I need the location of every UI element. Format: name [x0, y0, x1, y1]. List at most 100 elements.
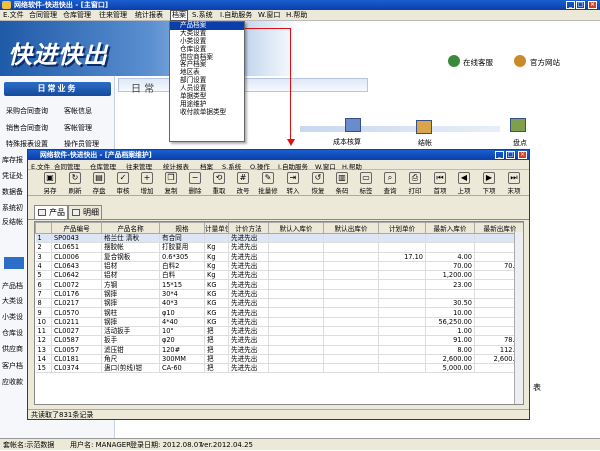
- table-cell[interactable]: 方钢: [101, 279, 160, 290]
- sidebar-item-purchase-query[interactable]: 采购合同查询: [6, 106, 48, 116]
- first-button[interactable]: ⏮ 首项: [428, 171, 452, 195]
- table-cell[interactable]: [268, 317, 324, 327]
- table-cell[interactable]: 角尺: [101, 354, 160, 365]
- table-cell[interactable]: 钢摔: [101, 298, 160, 309]
- grid-column-header[interactable]: 产品编号: [51, 222, 102, 234]
- table-cell[interactable]: 把: [204, 326, 229, 337]
- table-cell[interactable]: CL0651: [51, 242, 102, 253]
- table-cell[interactable]: 300MM: [159, 354, 205, 365]
- table-cell[interactable]: [378, 270, 426, 281]
- child-minimize-button[interactable]: _: [495, 151, 504, 159]
- table-row[interactable]: 13 CL0057 滤压钳 120# 把先进先出 8.00 112.00: [35, 345, 523, 355]
- grid-column-header[interactable]: 计价方法: [228, 222, 269, 234]
- table-cell[interactable]: 先进先出: [228, 317, 269, 327]
- table-cell[interactable]: [378, 289, 426, 300]
- table-cell[interactable]: [323, 270, 379, 281]
- sidebar-side-label[interactable]: 反结帐: [2, 217, 23, 227]
- table-cell[interactable]: 铝材: [101, 261, 160, 272]
- table-cell[interactable]: 摆胶帐: [101, 242, 160, 253]
- table-cell[interactable]: 8.00: [425, 345, 475, 355]
- grid-column-header[interactable]: 产品名称: [101, 222, 160, 234]
- flow-cost-accounting[interactable]: 成本核算: [333, 137, 361, 147]
- table-cell[interactable]: 40*3: [159, 298, 205, 309]
- table-cell[interactable]: [268, 345, 324, 355]
- grid-column-header[interactable]: 计划单价: [378, 222, 426, 234]
- sidebar-side-label[interactable]: 供应商: [2, 344, 23, 354]
- table-cell[interactable]: [268, 270, 324, 281]
- table-cell[interactable]: 铝材: [101, 270, 160, 281]
- copy-button[interactable]: ❐ 复制: [159, 171, 183, 195]
- table-cell[interactable]: 活动扳手: [101, 326, 160, 337]
- table-cell[interactable]: [378, 307, 426, 318]
- table-row[interactable]: 14 CL0181 角尺 300MM 把先进先出 2,600.00 2,600.00: [35, 354, 523, 365]
- approve-button[interactable]: ✓ 审核: [111, 171, 135, 195]
- sidebar-side-label[interactable]: 库存报: [2, 155, 23, 165]
- table-cell[interactable]: 先进先出: [228, 279, 269, 290]
- menu-warehouse[interactable]: 仓库管理: [63, 11, 91, 20]
- table-row[interactable]: 12CL0587扳手φ20把先进先出91.0078.00: [35, 335, 523, 346]
- table-cell[interactable]: CA-60: [159, 363, 205, 374]
- menu-self-service[interactable]: I.自助服务: [220, 11, 252, 20]
- table-cell[interactable]: [378, 298, 426, 309]
- table-cell[interactable]: 把: [204, 345, 229, 355]
- table-cell[interactable]: [425, 289, 475, 300]
- table-row[interactable]: 3 CL0006 复合钢板 0.6*305 Kg 先进先出 17.10 4.00: [35, 252, 523, 262]
- table-cell[interactable]: [268, 289, 324, 300]
- menu-window[interactable]: W.窗口: [258, 11, 280, 20]
- table-cell[interactable]: 格兰仕 清秋: [101, 233, 160, 244]
- table-cell[interactable]: [268, 242, 324, 253]
- table-cell[interactable]: [378, 242, 426, 253]
- table-cell[interactable]: [378, 261, 426, 272]
- table-cell[interactable]: [378, 279, 426, 290]
- sidebar-item-sales-query[interactable]: 销售合同查询: [6, 123, 48, 133]
- table-cell[interactable]: CL0072: [51, 279, 102, 290]
- sidebar-item-operator-mgmt[interactable]: 操作员管理: [64, 139, 99, 149]
- table-cell[interactable]: [323, 279, 379, 290]
- import-button[interactable]: ⇥ 转入: [281, 171, 305, 195]
- table-cell[interactable]: [378, 363, 426, 374]
- table-cell[interactable]: 先进先出: [228, 326, 269, 337]
- menu-accounts[interactable]: 往来管理: [99, 11, 127, 20]
- table-cell[interactable]: [323, 298, 379, 309]
- table-cell[interactable]: 钢摔: [101, 317, 160, 327]
- menu-contract[interactable]: 合同管理: [29, 11, 57, 20]
- grid-column-header[interactable]: 最新入库价: [425, 222, 475, 234]
- table-row[interactable]: 2 CL0651 摆胶帐 打胶要用 Kg 先进先出: [35, 242, 523, 253]
- table-cell[interactable]: [204, 233, 229, 244]
- print-button[interactable]: ⎙ 打印: [403, 171, 427, 195]
- table-cell[interactable]: [378, 345, 426, 355]
- table-cell[interactable]: Kg: [204, 252, 229, 262]
- table-cell[interactable]: [323, 335, 379, 346]
- table-cell[interactable]: 先进先出: [228, 307, 269, 318]
- table-cell[interactable]: [323, 326, 379, 337]
- table-cell[interactable]: 钢摔: [101, 289, 160, 300]
- table-cell[interactable]: 91.00: [425, 335, 475, 346]
- table-cell[interactable]: KG: [204, 317, 229, 327]
- menu-system[interactable]: S.系统: [192, 11, 213, 20]
- grid-column-header[interactable]: 默认出库价: [323, 222, 379, 234]
- table-cell[interactable]: 120#: [159, 345, 205, 355]
- table-cell[interactable]: [268, 307, 324, 318]
- sidebar-side-label[interactable]: 应收款: [2, 377, 23, 387]
- last-button[interactable]: ⏭ 末项: [502, 171, 526, 195]
- table-row[interactable]: 11 CL0027 活动扳手 10" 把先进先出 1.00: [35, 326, 523, 337]
- restore-button[interactable]: ↺ 恢复: [306, 171, 330, 195]
- cost-accounting-icon[interactable]: [345, 118, 361, 132]
- sidebar-side-label[interactable]: 小类设: [2, 312, 23, 322]
- table-cell[interactable]: [268, 261, 324, 272]
- table-row[interactable]: 9 CL0570 钢柱 φ10 KG 先进先出 10.00: [35, 307, 523, 318]
- vertical-scrollbar[interactable]: [514, 232, 523, 404]
- minimize-button[interactable]: _: [566, 1, 575, 9]
- table-cell[interactable]: [323, 363, 379, 374]
- table-cell[interactable]: 有合同: [159, 233, 205, 244]
- table-cell[interactable]: CL0642: [51, 270, 102, 281]
- query-button[interactable]: ⌕ 查询: [378, 171, 402, 195]
- refresh-button[interactable]: ↻ 刷新: [63, 171, 87, 195]
- table-cell[interactable]: 滤压钳: [101, 345, 160, 355]
- table-cell[interactable]: [378, 335, 426, 346]
- table-cell[interactable]: 10": [159, 326, 205, 337]
- table-cell[interactable]: SP0043: [51, 233, 102, 244]
- table-cell[interactable]: Kg: [204, 242, 229, 253]
- table-row[interactable]: 4CL0643铝材白料2Kg先进先出70.0070.00: [35, 261, 523, 272]
- table-cell[interactable]: 70.00: [425, 261, 475, 272]
